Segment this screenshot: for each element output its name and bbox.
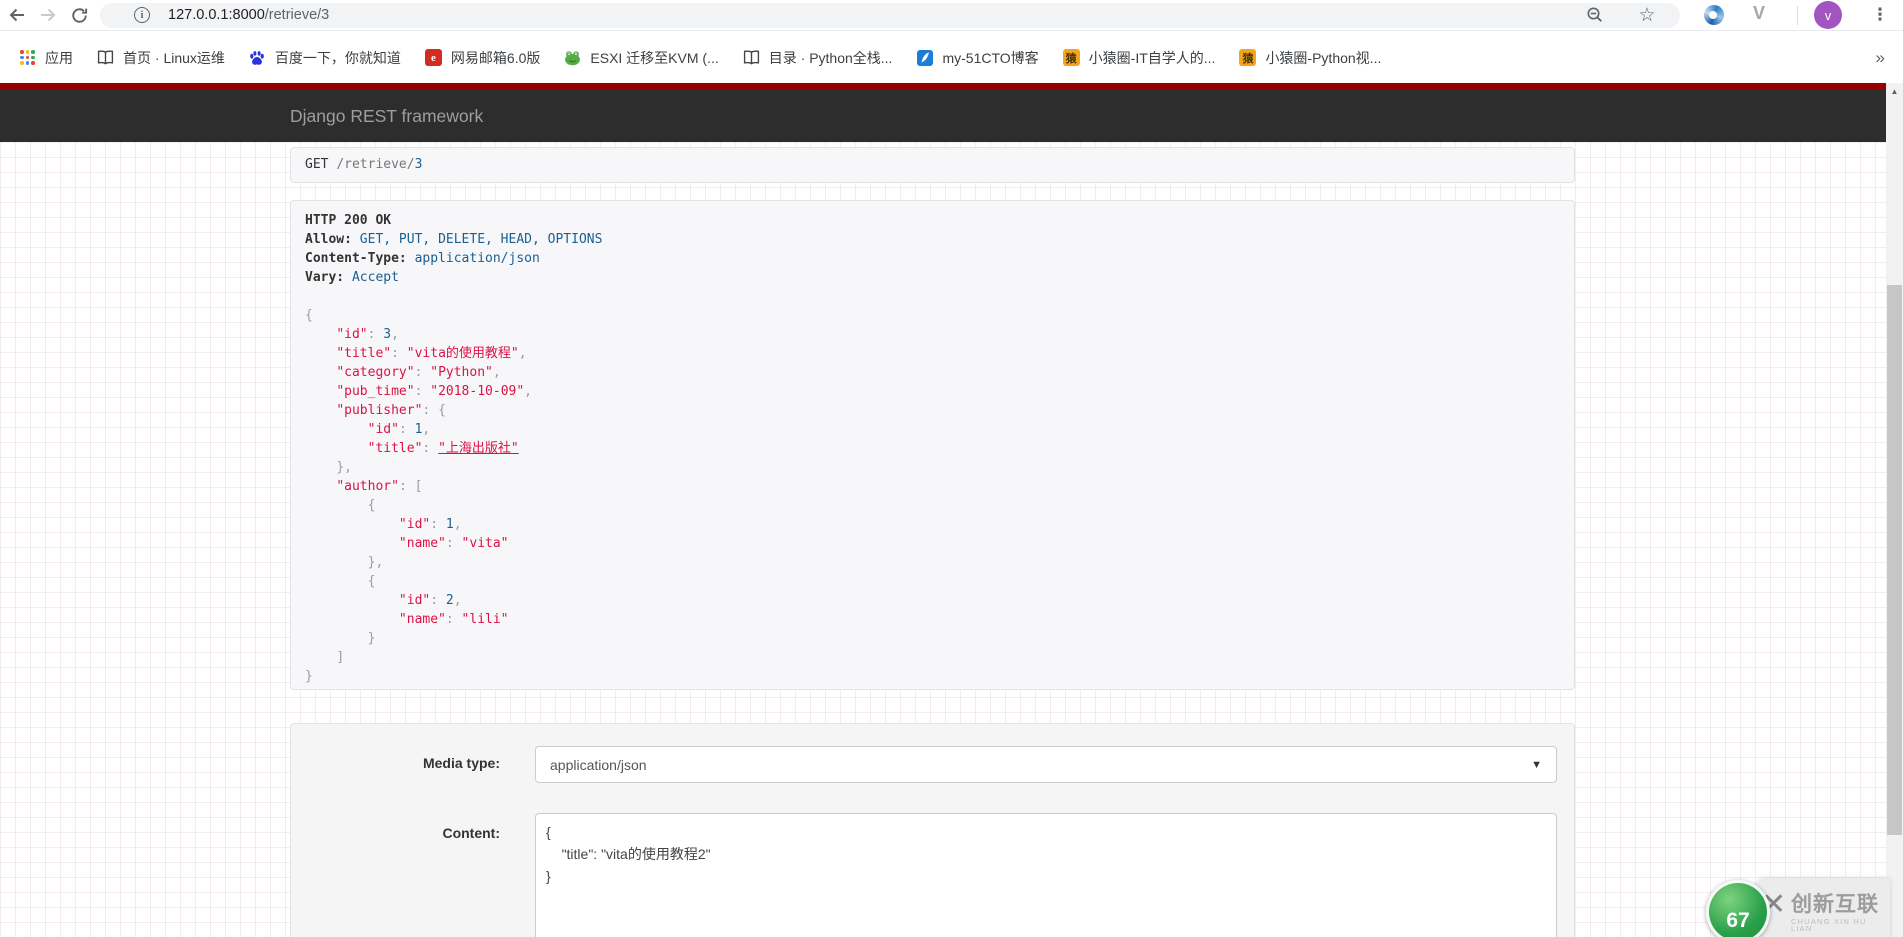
media-type-select[interactable]: application/json ▼ bbox=[535, 746, 1557, 783]
browser-menu-button[interactable]: ⋮ bbox=[1868, 3, 1892, 27]
url-path: /retrieve/3 bbox=[264, 7, 330, 23]
media-type-label: Media type: bbox=[422, 755, 500, 771]
url-text[interactable]: 127.0.0.1:8000/retrieve/3 bbox=[168, 7, 329, 23]
watermark-brand-name: 创新互联 bbox=[1791, 892, 1879, 916]
drf-navbar: Django REST framework bbox=[0, 90, 1886, 142]
request-path: /retrieve/ bbox=[336, 157, 415, 172]
bookmark-item[interactable]: 猿小猿圈-IT自学人的... bbox=[1054, 44, 1225, 72]
page-top-red-bar bbox=[0, 83, 1886, 90]
url-host: 127.0.0.1:8000 bbox=[168, 7, 265, 23]
extension-v-icon[interactable]: V bbox=[1753, 3, 1765, 24]
bookmark-item[interactable]: ESXI 迁移至KVM (... bbox=[555, 44, 727, 72]
bookmark-label: 网易邮箱6.0版 bbox=[450, 49, 541, 66]
reload-button[interactable] bbox=[68, 4, 90, 26]
bookmark-item[interactable]: 百度一下，你就知道 bbox=[240, 44, 410, 72]
toolbar-separator bbox=[1797, 6, 1798, 25]
chevron-down-icon: ▼ bbox=[1531, 758, 1542, 771]
response-body: HTTP 200 OK Allow: GET, PUT, DELETE, HEA… bbox=[305, 213, 603, 684]
bookmark-item[interactable]: 首页 · Linux运维 bbox=[88, 44, 234, 72]
monkey-icon: 猿 bbox=[1239, 49, 1257, 66]
content-textarea[interactable]: { "title": "vita的使用教程2" } bbox=[535, 813, 1557, 937]
bookmark-label: ESXI 迁移至KVM (... bbox=[590, 49, 719, 66]
watermark-counter-badge[interactable]: 67 bbox=[1706, 880, 1770, 937]
scrollbar-thumb[interactable] bbox=[1887, 285, 1902, 835]
media-type-value: application/json bbox=[550, 756, 647, 773]
drf-brand-title: Django REST framework bbox=[290, 106, 484, 126]
content-label: Content: bbox=[442, 825, 500, 841]
netease-icon: e bbox=[424, 49, 442, 66]
back-arrow-icon bbox=[9, 8, 24, 22]
forward-button[interactable] bbox=[37, 4, 59, 26]
bookmark-label: 百度一下，你就知道 bbox=[274, 49, 401, 66]
request-line-box: GET /retrieve/3 bbox=[290, 147, 1575, 183]
request-method: GET bbox=[305, 157, 329, 172]
zoom-minus-icon bbox=[1587, 7, 1602, 22]
baidu-paw-icon bbox=[249, 49, 266, 66]
bookmark-star-button[interactable]: ☆ bbox=[1637, 5, 1657, 25]
bookmark-item[interactable]: 应用 bbox=[10, 44, 82, 72]
bookmark-label: 应用 bbox=[45, 49, 73, 66]
browser-toolbar: i 127.0.0.1:8000/retrieve/3 ☆ V v ⋮ bbox=[0, 0, 1903, 31]
bookmarks-bar: 应用 首页 · Linux运维 百度一下，你就知道 e 网易邮箱6.0版 ESXI 迁移至… bbox=[0, 32, 1903, 83]
bookmarks-overflow-chevron-icon[interactable]: » bbox=[1876, 48, 1885, 68]
page-content: GET /retrieve/3 HTTP 200 OK Allow: GET, … bbox=[0, 142, 1886, 937]
back-button[interactable] bbox=[6, 4, 28, 26]
bookmark-label: 首页 · Linux运维 bbox=[123, 49, 225, 66]
book-icon bbox=[97, 49, 114, 66]
zoom-out-button[interactable] bbox=[1585, 5, 1605, 25]
book-icon bbox=[743, 49, 760, 66]
bookmark-item[interactable]: 猿小猿圈-Python视... bbox=[1230, 44, 1390, 72]
bookmark-label: 目录 · Python全栈... bbox=[768, 49, 893, 66]
bookmark-item[interactable]: e 网易邮箱6.0版 bbox=[416, 44, 549, 72]
bookmark-label: 小猿圈-IT自学人的... bbox=[1088, 49, 1216, 66]
response-box: HTTP 200 OK Allow: GET, PUT, DELETE, HEA… bbox=[290, 200, 1575, 690]
watermark-count: 67 bbox=[1726, 909, 1750, 932]
profile-avatar[interactable]: v bbox=[1814, 1, 1842, 29]
watermark-brand-subtitle: CHUANG XIN HU LIAN bbox=[1791, 916, 1867, 933]
content-form-panel: Media type: application/json ▼ Content: … bbox=[290, 723, 1575, 937]
request-id: 3 bbox=[414, 157, 423, 172]
address-bar[interactable]: i 127.0.0.1:8000/retrieve/3 ☆ bbox=[100, 3, 1680, 28]
watermark-brand-box[interactable]: ✕ 创新互联 CHUANG XIN HU LIAN bbox=[1757, 878, 1890, 937]
extension-idm-icon[interactable] bbox=[1704, 5, 1724, 25]
cto-feather-icon bbox=[916, 49, 933, 66]
bookmark-item[interactable]: 目录 · Python全栈... bbox=[734, 44, 902, 72]
page-info-icon[interactable]: i bbox=[134, 7, 150, 23]
star-icon: ☆ bbox=[1638, 4, 1656, 26]
monkey-icon: 猿 bbox=[1062, 49, 1080, 66]
reload-icon bbox=[71, 7, 87, 23]
bookmark-label: 小猿圈-Python视... bbox=[1265, 49, 1382, 66]
apps-grid-icon bbox=[19, 49, 36, 66]
forward-arrow-icon bbox=[41, 8, 56, 22]
bookmark-label: my-51CTO博客 bbox=[942, 49, 1039, 66]
bookmark-item[interactable]: my-51CTO博客 bbox=[907, 44, 1047, 72]
scrollbar-up-arrow-icon[interactable]: ▲ bbox=[1886, 83, 1903, 100]
frog-icon bbox=[564, 49, 581, 66]
